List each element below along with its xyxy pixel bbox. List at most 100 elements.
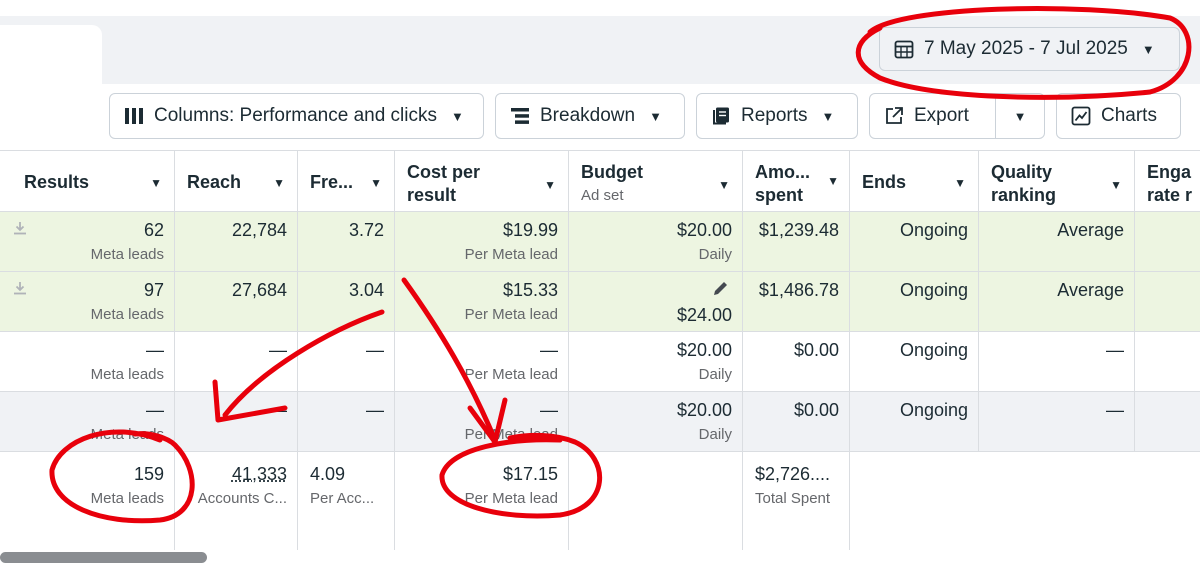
total-results-unit: Meta leads bbox=[90, 490, 164, 507]
budget-value: $24.00 bbox=[676, 305, 732, 325]
sort-caret-icon: ▼ bbox=[544, 178, 556, 192]
calendar-icon bbox=[894, 39, 914, 59]
columns-icon bbox=[124, 106, 144, 126]
cost-unit: Per Meta lead bbox=[464, 426, 558, 443]
amount-spent-value: $1,239.48 bbox=[758, 220, 839, 240]
results-value: — bbox=[146, 400, 164, 420]
charts-label: Charts bbox=[1101, 105, 1157, 126]
results-unit: Meta leads bbox=[90, 366, 164, 383]
breakdown-label: Breakdown bbox=[540, 105, 636, 126]
results-table: Results ▼ Reach ▼ Fre... ▼ Cost per resul… bbox=[0, 150, 1200, 550]
pencil-icon[interactable] bbox=[712, 279, 730, 297]
chevron-down-icon: ▼ bbox=[821, 108, 835, 124]
breakdown-icon bbox=[510, 106, 530, 126]
reach-value: 22,784 bbox=[231, 220, 287, 240]
total-cost-unit: Per Meta lead bbox=[464, 490, 558, 507]
header-engagement-rate[interactable]: Enga rate r bbox=[1135, 151, 1200, 211]
table-row[interactable]: — Meta leads — — — Per Meta lead $20.00 … bbox=[0, 392, 1200, 452]
sort-caret-icon: ▼ bbox=[718, 178, 730, 192]
download-icon bbox=[14, 222, 26, 235]
export-dropdown-button[interactable]: ▼ bbox=[996, 94, 1044, 138]
sort-caret-icon: ▼ bbox=[827, 174, 839, 188]
horizontal-scrollbar[interactable] bbox=[0, 552, 207, 563]
ends-value: Ongoing bbox=[899, 400, 968, 420]
quality-value: — bbox=[1106, 400, 1124, 420]
results-value: 97 bbox=[143, 280, 164, 300]
date-range-picker[interactable]: 7 May 2025 - 7 Jul 2025 ▼ bbox=[879, 27, 1180, 71]
budget-unit: Daily bbox=[698, 366, 732, 383]
reports-button[interactable]: Reports ▼ bbox=[696, 93, 858, 139]
sort-caret-icon: ▼ bbox=[954, 176, 966, 190]
reports-icon bbox=[711, 106, 731, 126]
header-ends[interactable]: Ends ▼ bbox=[850, 151, 979, 211]
cost-value: $15.33 bbox=[502, 280, 558, 300]
totals-row: 159 Meta leads 41,333 Accounts C... 4.09… bbox=[0, 452, 1200, 550]
charts-button[interactable]: Charts bbox=[1056, 93, 1181, 139]
reach-value: — bbox=[269, 400, 287, 420]
results-value: — bbox=[146, 340, 164, 360]
frequency-value: 3.04 bbox=[348, 280, 384, 300]
chevron-down-icon: ▼ bbox=[1141, 41, 1155, 57]
quality-value: Average bbox=[1057, 220, 1124, 240]
quality-value: Average bbox=[1057, 280, 1124, 300]
reach-value: 27,684 bbox=[231, 280, 287, 300]
export-button-group: Export ▼ bbox=[869, 93, 1045, 139]
total-reach-unit: Accounts C... bbox=[197, 490, 287, 507]
results-unit: Meta leads bbox=[90, 426, 164, 443]
total-results-value: 159 bbox=[133, 464, 164, 484]
cost-value: — bbox=[540, 400, 558, 420]
header-budget[interactable]: Budget Ad set ▼ bbox=[569, 151, 743, 211]
columns-label: Columns: Performance and clicks bbox=[154, 105, 437, 126]
sort-caret-icon: ▼ bbox=[150, 176, 162, 190]
cost-value: — bbox=[540, 340, 558, 360]
sort-caret-icon: ▼ bbox=[370, 176, 382, 190]
budget-value: $20.00 bbox=[676, 220, 732, 240]
budget-unit: Daily bbox=[698, 426, 732, 443]
budget-value: $20.00 bbox=[676, 340, 732, 360]
reports-label: Reports bbox=[741, 105, 808, 126]
total-amount-spent-value: $2,726.... bbox=[755, 464, 831, 484]
total-frequency-unit: Per Acc... bbox=[310, 490, 375, 507]
results-value: 62 bbox=[143, 220, 164, 240]
date-range-label: 7 May 2025 - 7 Jul 2025 bbox=[924, 38, 1128, 59]
export-icon bbox=[884, 106, 904, 126]
ends-value: Ongoing bbox=[899, 280, 968, 300]
table-header-row: Results ▼ Reach ▼ Fre... ▼ Cost per resul… bbox=[0, 150, 1200, 212]
table-row[interactable]: — Meta leads — — — Per Meta lead $20.00 … bbox=[0, 332, 1200, 392]
reach-value: — bbox=[269, 340, 287, 360]
header-reach[interactable]: Reach ▼ bbox=[175, 151, 298, 211]
chevron-down-icon: ▼ bbox=[451, 108, 464, 124]
frequency-value: — bbox=[366, 400, 384, 420]
header-cost-per-result[interactable]: Cost per result ▼ bbox=[395, 151, 569, 211]
total-cost-value: $17.15 bbox=[502, 464, 558, 484]
ends-value: Ongoing bbox=[899, 220, 968, 240]
cost-value: $19.99 bbox=[502, 220, 558, 240]
frequency-value: 3.72 bbox=[348, 220, 384, 240]
ends-value: Ongoing bbox=[899, 340, 968, 360]
header-quality-ranking[interactable]: Quality ranking ▼ bbox=[979, 151, 1135, 211]
total-reach-value: 41,333 bbox=[231, 464, 287, 484]
amount-spent-value: $0.00 bbox=[793, 400, 839, 420]
table-row[interactable]: 62 Meta leads 22,784 3.72 $19.99 Per Met… bbox=[0, 212, 1200, 272]
results-unit: Meta leads bbox=[90, 306, 164, 323]
results-unit: Meta leads bbox=[90, 246, 164, 263]
frequency-value: — bbox=[366, 340, 384, 360]
budget-value: $20.00 bbox=[676, 400, 732, 420]
budget-unit: Daily bbox=[698, 246, 732, 263]
quality-value: — bbox=[1106, 340, 1124, 360]
sort-caret-icon: ▼ bbox=[273, 176, 285, 190]
chart-icon bbox=[1071, 106, 1091, 126]
header-frequency[interactable]: Fre... ▼ bbox=[298, 151, 395, 211]
header-results[interactable]: Results ▼ bbox=[0, 151, 175, 211]
sort-caret-icon: ▼ bbox=[1110, 178, 1122, 192]
download-icon bbox=[14, 282, 26, 295]
export-button[interactable]: Export bbox=[870, 94, 996, 138]
amount-spent-value: $1,486.78 bbox=[758, 280, 839, 300]
breakdown-button[interactable]: Breakdown ▼ bbox=[495, 93, 685, 139]
cost-unit: Per Meta lead bbox=[464, 306, 558, 323]
header-amount-spent[interactable]: Amo... spent ▼ bbox=[743, 151, 850, 211]
chevron-down-icon: ▼ bbox=[1013, 108, 1027, 124]
total-amount-spent-unit: Total Spent bbox=[755, 490, 831, 507]
columns-button[interactable]: Columns: Performance and clicks ▼ bbox=[109, 93, 484, 139]
table-row[interactable]: 97 Meta leads 27,684 3.04 $15.33 Per Met… bbox=[0, 272, 1200, 332]
